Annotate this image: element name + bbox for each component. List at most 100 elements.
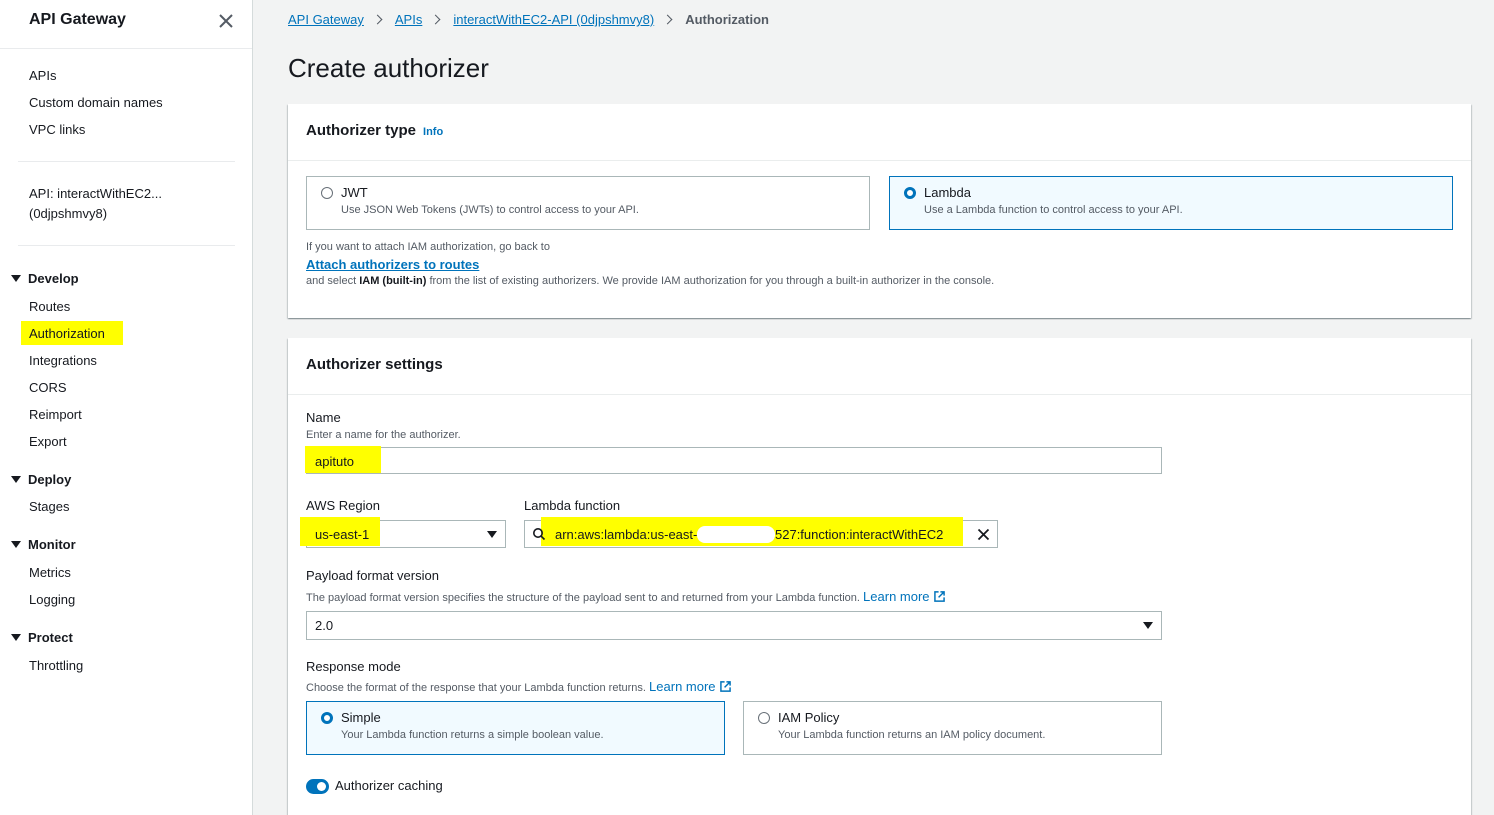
response-learn-more-link[interactable]: Learn more [649,679,731,694]
simple-option[interactable]: Simple Your Lambda function returns a si… [306,701,725,755]
region-value: us-east-1 [315,527,370,542]
iam-policy-option[interactable]: IAM Policy Your Lambda function returns … [743,701,1162,755]
name-value: apituto [315,454,355,469]
sidebar-divider [18,245,235,246]
iam-note-continued: and select IAM (built-in) from the list … [306,275,994,287]
payload-format-description: The payload format version specifies the… [306,589,945,604]
note-bold: IAM (built-in) [359,275,427,287]
breadcrumb: API Gateway APIs interactWithEC2-API (0djp… [288,12,769,30]
jwt-label: JWT [341,185,368,200]
search-icon [532,527,546,544]
radio-jwt[interactable] [321,187,333,199]
response-mode-label: Response mode [306,659,401,674]
sidebar-title: API Gateway [29,11,126,28]
breadcrumb-current: Authorization [685,12,769,27]
chevron-right-icon [430,14,441,25]
radio-lambda[interactable] [904,187,916,199]
region-select[interactable]: us-east-1 [300,517,506,548]
sidebar-item-authorization[interactable]: Authorization [29,326,105,341]
payload-format-select[interactable]: 2.0 [306,611,1162,640]
sidebar-item-custom-domain-names[interactable]: Custom domain names [29,95,163,110]
payload-format-label: Payload format version [306,568,439,583]
clear-icon[interactable] [977,528,990,544]
iam-policy-label: IAM Policy [778,710,840,725]
section-protect[interactable]: Protect [11,630,73,645]
learn-more-label: Learn more [649,679,716,694]
authorizer-type-title: Authorizer type [306,122,417,139]
iam-note: If you want to attach IAM authorization,… [306,241,550,253]
authorizer-type-panel: Authorizer type Info JWT Use JSON Web Tok… [288,104,1471,318]
settings-title: Authorizer settings [306,356,443,373]
sidebar-item-routes[interactable]: Routes [29,299,70,314]
simple-label: Simple [341,710,381,725]
lambda-description: Use a Lambda function to control access … [924,204,1183,216]
iam-policy-description: Your Lambda function returns an IAM poli… [778,729,1046,741]
panel-header: Authorizer settings [288,338,1471,395]
learn-more-label: Learn more [863,589,930,604]
sidebar-item-logging[interactable]: Logging [29,592,75,607]
lambda-arn-suffix: 527:function:interactWithEC2 [775,527,944,542]
payload-learn-more-link[interactable]: Learn more [863,589,945,604]
authorizer-settings-panel: Authorizer settings Name Enter a name fo… [288,338,1471,815]
sidebar-item-throttling[interactable]: Throttling [29,658,83,673]
section-monitor[interactable]: Monitor [11,537,76,552]
lambda-label: Lambda [924,185,971,200]
radio-iam-policy[interactable] [758,712,770,724]
lambda-arn-prefix: arn:aws:lambda:us-east-1 [555,527,705,542]
sidebar-item-stages[interactable]: Stages [29,499,69,514]
response-description-text: Choose the format of the response that y… [306,682,646,694]
page-title: Create authorizer [288,53,489,83]
caching-label: Authorizer caching [335,778,443,793]
redaction-mark [697,526,775,543]
info-link[interactable]: Info [423,126,443,138]
sidebar-item-apis[interactable]: APIs [29,68,56,83]
name-input[interactable]: apituto [305,446,1162,474]
note-text: and select [306,275,360,287]
panel-title: Authorizer type Info [306,122,443,139]
sidebar-item-vpc-links[interactable]: VPC links [29,122,85,137]
caret-down-icon [11,634,21,641]
response-mode-description: Choose the format of the response that y… [306,679,731,694]
section-develop[interactable]: Develop [11,271,79,286]
name-description: Enter a name for the authorizer. [306,429,461,441]
sidebar-item-export[interactable]: Export [29,434,67,449]
caret-down-icon [487,531,497,538]
api-name-line1: API: interactWithEC2... [29,186,162,201]
section-deploy-label: Deploy [28,472,72,487]
breadcrumb-api[interactable]: interactWithEC2-API (0djpshmvy8) [453,12,654,27]
toggle-knob [317,782,326,791]
caret-down-icon [1143,622,1153,629]
payload-format-value: 2.0 [315,618,334,633]
sidebar-item-metrics[interactable]: Metrics [29,565,71,580]
section-develop-label: Develop [28,271,79,286]
chevron-right-icon [372,14,383,25]
lambda-function-input[interactable]: arn:aws:lambda:us-east-1 527:function:in… [524,517,998,548]
section-deploy[interactable]: Deploy [11,472,71,487]
close-icon[interactable] [217,12,235,30]
sidebar-item-reimport[interactable]: Reimport [29,407,82,422]
simple-description: Your Lambda function returns a simple bo… [341,729,604,741]
caching-toggle[interactable] [306,779,329,794]
breadcrumb-apis[interactable]: APIs [395,12,422,27]
payload-description-text: The payload format version specifies the… [306,592,860,604]
sidebar-api-selector[interactable]: API: interactWithEC2... (0djpshmvy8) [29,184,162,224]
sidebar-item-integrations[interactable]: Integrations [29,353,97,368]
lambda-function-label: Lambda function [524,498,621,513]
breadcrumb-api-gateway[interactable]: API Gateway [288,12,364,27]
section-protect-label: Protect [28,630,73,645]
sidebar-divider [18,161,235,162]
region-label: AWS Region [306,498,380,513]
lambda-option[interactable]: Lambda Use a Lambda function to control … [889,176,1453,230]
chevron-right-icon [662,14,673,25]
jwt-option[interactable]: JWT Use JSON Web Tokens (JWTs) to contro… [306,176,870,230]
sidebar-header: API Gateway [0,0,252,49]
side-navigation: API Gateway APIs Custom domain names VPC… [0,0,253,815]
external-link-icon [719,681,731,692]
note-text: from the list of existing authorizers. W… [426,275,995,287]
caret-down-icon [11,541,21,548]
sidebar-item-cors[interactable]: CORS [29,380,67,395]
attach-authorizers-link[interactable]: Attach authorizers to routes [306,257,479,272]
panel-header: Authorizer type Info [288,104,1471,161]
radio-simple[interactable] [321,712,333,724]
name-label: Name [306,410,341,425]
